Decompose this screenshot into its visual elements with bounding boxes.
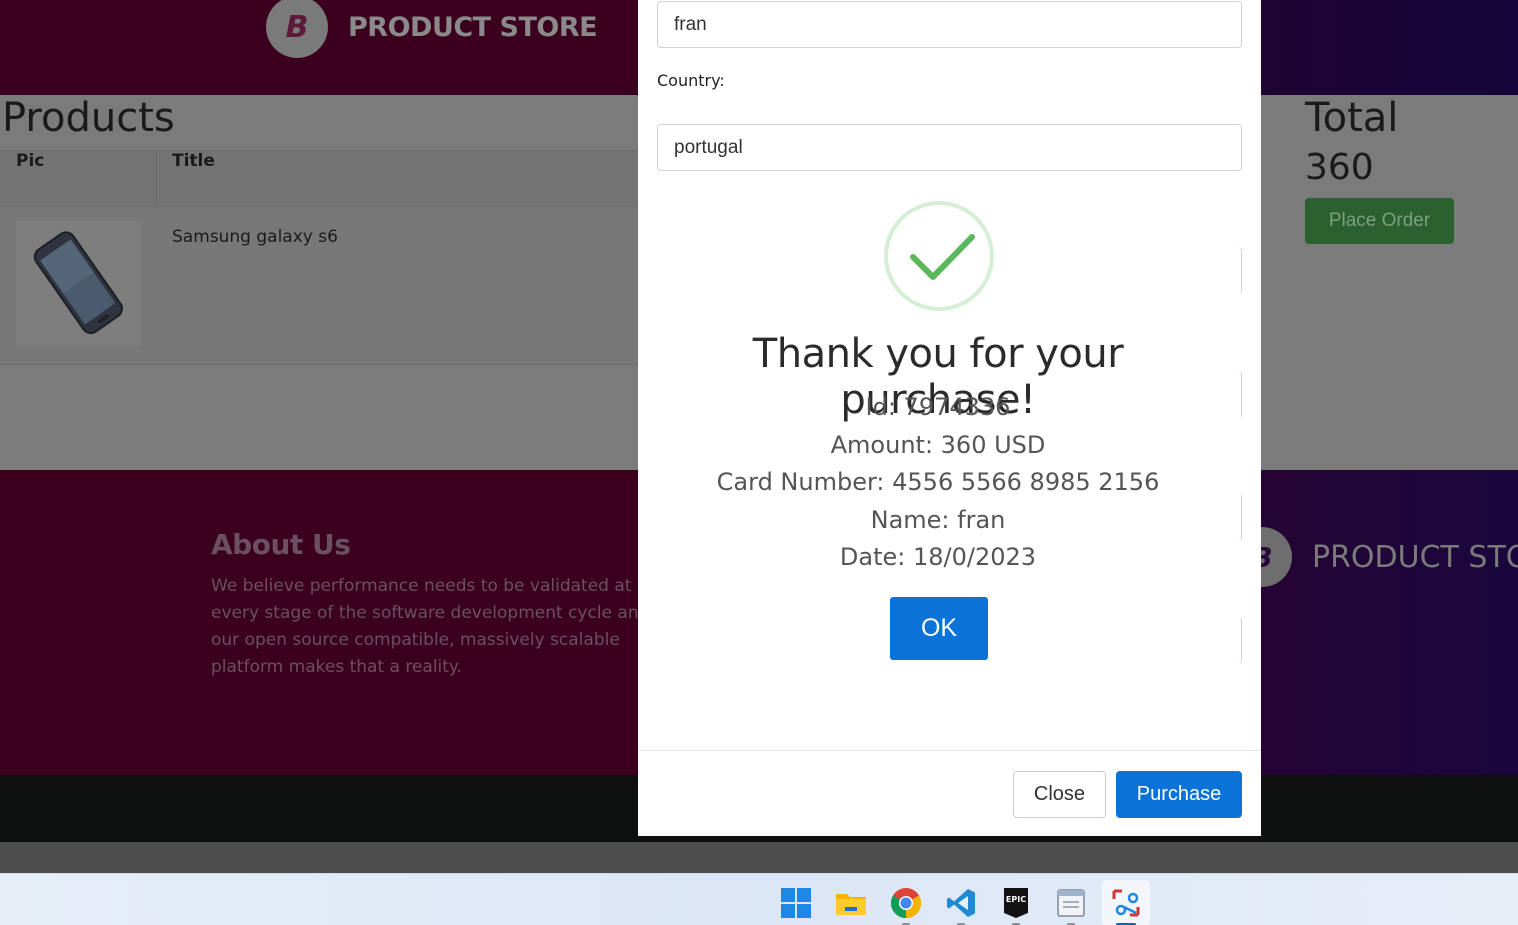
month-input-edge[interactable] [1238, 494, 1242, 541]
epic-games-icon[interactable]: EPIC [1000, 887, 1032, 919]
product-title-cell: Samsung galaxy s6 [172, 227, 338, 247]
checkmark-icon [910, 234, 975, 280]
notepad-window-icon[interactable] [1055, 887, 1087, 919]
alert-details: Id: 7974336 Amount: 360 USD Card Number:… [658, 389, 1218, 577]
column-header-pic: Pic [16, 151, 45, 171]
smartphone-icon [33, 231, 123, 335]
modal-footer: Close Purchase [638, 750, 1261, 836]
order-id-line: Id: 7974336 [865, 393, 1011, 421]
brand-link[interactable]: B PRODUCT STORE [266, 0, 598, 58]
brand-text: PRODUCT STORE [348, 11, 598, 43]
column-divider [156, 151, 157, 208]
table-row: Samsung galaxy s6 [0, 207, 638, 365]
products-table-header: Pic Title [0, 150, 638, 208]
city-input-edge[interactable] [1238, 247, 1242, 294]
total-value: 360 [1305, 147, 1374, 188]
about-us-heading: About Us [211, 528, 351, 561]
year-input-edge[interactable] [1238, 617, 1242, 664]
card-number-line: Card Number: 4556 5566 8985 2156 [716, 468, 1160, 496]
name-line: Name: fran [870, 505, 1006, 534]
column-header-title: Title [172, 151, 215, 171]
snipping-tool-icon[interactable] [1110, 887, 1142, 919]
windows-start-icon[interactable] [780, 887, 812, 919]
country-label: Country: [657, 71, 725, 90]
footer-brand: B PRODUCT STORE [1232, 527, 1518, 587]
ok-button[interactable]: OK [890, 597, 988, 660]
products-heading: Products [2, 95, 175, 141]
card-input-edge[interactable] [1238, 371, 1242, 418]
taskbar: EPIC [0, 873, 1518, 925]
brand-logo-letter: B [285, 9, 309, 45]
vscode-icon[interactable] [945, 887, 977, 919]
close-button[interactable]: Close [1013, 771, 1106, 818]
purchase-success-alert: Thank you for your purchase! Id: 7974336… [658, 171, 1218, 696]
file-explorer-icon[interactable] [835, 887, 867, 919]
success-check-icon [884, 201, 994, 311]
purchase-button[interactable]: Purchase [1116, 771, 1242, 818]
footer-brand-text: PRODUCT STORE [1312, 539, 1518, 575]
total-heading: Total [1305, 95, 1399, 141]
name-input[interactable]: fran [657, 1, 1242, 48]
page-bottom [0, 842, 1518, 873]
about-us-text: We believe performance needs to be valid… [211, 576, 650, 677]
place-order-button[interactable]: Place Order [1305, 198, 1454, 244]
brand-logo-icon: B [266, 0, 328, 58]
product-image [16, 221, 141, 346]
amount-line: Amount: 360 USD [830, 430, 1046, 459]
epic-games-label: EPIC [1005, 895, 1027, 904]
date-line: Date: 18/0/2023 [839, 543, 1037, 571]
chrome-icon[interactable] [890, 887, 922, 919]
country-input[interactable]: portugal [657, 124, 1242, 171]
